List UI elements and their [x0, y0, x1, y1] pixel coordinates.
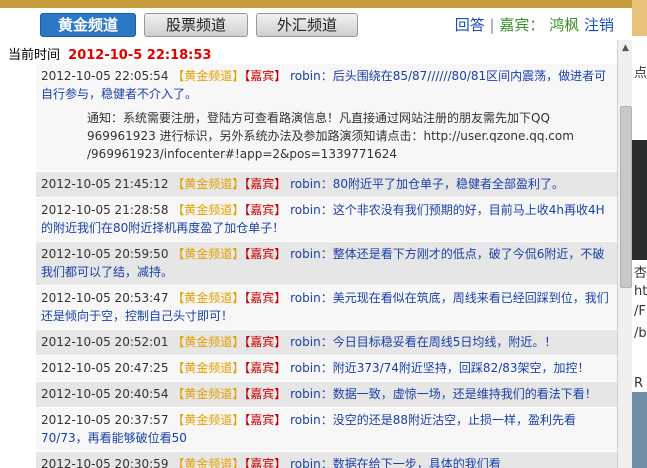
message-text: ：数据在给下一步，具体的我们看	[320, 457, 501, 468]
list-item: 2012-10-05 22:05:54 【黄金频道】【嘉宾】 robin：后头围…	[36, 64, 617, 172]
side-text: R	[634, 376, 644, 391]
list-item: 2012-10-05 20:52:01 【黄金频道】【嘉宾】 robin：今日目…	[36, 330, 617, 356]
message-text: ：附近373/74附近坚持，回踩82/83架空，加控！	[320, 361, 590, 375]
tab-gold-channel[interactable]: 黄金频道	[40, 13, 136, 37]
message-user[interactable]: robin	[290, 413, 321, 427]
reply-link[interactable]: 回答	[455, 16, 485, 34]
list-item: 2012-10-05 20:30:59 【黄金频道】【嘉宾】 robin：数据在…	[36, 452, 617, 468]
message-time: 2012-10-05 20:53:47	[41, 291, 169, 305]
message-channel: 【黄金频道】	[172, 413, 245, 427]
notice-line[interactable]: 969961923 进行标识，另外系统办法及参加路演须知请点击：http://u…	[87, 127, 611, 145]
side-banner	[632, 0, 647, 36]
message-time: 2012-10-05 20:52:01	[41, 335, 169, 349]
current-time-label: 当前时间	[8, 48, 61, 63]
message-time: 2012-10-05 21:28:58	[41, 203, 169, 217]
message-user[interactable]: robin	[290, 457, 321, 468]
message-role: 【嘉宾】	[244, 387, 287, 401]
separator: |	[489, 16, 495, 34]
message-user[interactable]: robin	[290, 203, 321, 217]
message-user[interactable]: robin	[290, 291, 321, 305]
list-item: 2012-10-05 21:28:58 【黄金频道】【嘉宾】 robin：这个非…	[36, 198, 617, 242]
message-role: 【嘉宾】	[244, 291, 287, 305]
message-text: ：数据一致，虚惊一场，还是维持我们的看法下看！	[320, 387, 597, 401]
guest-label: 嘉宾：	[499, 16, 545, 34]
scroll-thumb[interactable]	[620, 106, 632, 288]
message-role: 【嘉宾】	[244, 457, 287, 468]
message-scrollbar[interactable]: ▲	[617, 40, 633, 468]
message-role: 【嘉宾】	[244, 335, 287, 349]
side-text: 杏	[634, 266, 647, 281]
message-time: 2012-10-05 20:59:50	[41, 247, 169, 261]
message-user[interactable]: robin	[290, 335, 321, 349]
message-user[interactable]: robin	[290, 387, 321, 401]
channel-tab-bar: 黄金频道 股票频道 外汇频道 回答 | 嘉宾： 鸿枫 注销	[0, 0, 632, 38]
list-item: 2012-10-05 21:45:12 【黄金频道】【嘉宾】 robin：80附…	[36, 172, 617, 198]
side-panel: 点 杏 ht /F /b R	[632, 0, 647, 468]
top-banner-strip	[0, 0, 632, 8]
message-role: 【嘉宾】	[244, 413, 287, 427]
current-time-value: 2012-10-5 22:18:53	[68, 48, 212, 63]
message-text: ：80附近平了加仓单子，稳健者全部盈利了。	[320, 177, 564, 191]
scroll-up-arrow-icon[interactable]: ▲	[619, 42, 632, 55]
side-text: 点	[634, 66, 647, 81]
header-actions: 回答 | 嘉宾： 鸿枫 注销	[455, 14, 614, 35]
message-user[interactable]: robin	[290, 177, 321, 191]
message-channel: 【黄金频道】	[172, 203, 245, 217]
message-user[interactable]: robin	[290, 361, 321, 375]
list-item: 2012-10-05 20:59:50 【黄金频道】【嘉宾】 robin：整体还…	[36, 242, 617, 286]
tab-stock-channel[interactable]: 股票频道	[144, 13, 248, 37]
message-channel: 【黄金频道】	[172, 177, 245, 191]
message-channel: 【黄金频道】	[172, 247, 245, 261]
message-time: 2012-10-05 20:30:59	[41, 457, 169, 468]
message-channel: 【黄金频道】	[172, 291, 245, 305]
message-role: 【嘉宾】	[244, 203, 287, 217]
message-role: 【嘉宾】	[244, 247, 287, 261]
message-time: 2012-10-05 20:37:57	[41, 413, 169, 427]
message-channel: 【黄金频道】	[172, 69, 245, 83]
side-text: ht	[634, 284, 647, 299]
side-image	[632, 392, 647, 468]
message-channel: 【黄金频道】	[172, 361, 245, 375]
message-user[interactable]: robin	[290, 69, 321, 83]
registration-notice: 通知：系统需要注册，登陆方可查看路演信息！凡直接通过网站注册的朋友需先加下QQ …	[41, 103, 611, 167]
message-channel: 【黄金频道】	[172, 387, 245, 401]
side-image	[632, 140, 647, 260]
message-time: 2012-10-05 22:05:54	[41, 69, 169, 83]
notice-link[interactable]: /969961923/infocenter#!app=2&pos=1339771…	[87, 145, 611, 163]
logout-link[interactable]: 注销	[584, 16, 614, 34]
message-role: 【嘉宾】	[244, 69, 287, 83]
side-text: /b	[634, 326, 647, 341]
message-channel: 【黄金频道】	[172, 335, 245, 349]
notice-line: 通知：系统需要注册，登陆方可查看路演信息！凡直接通过网站注册的朋友需先加下QQ	[87, 111, 550, 125]
current-time-row: 当前时间 2012-10-5 22:18:53	[8, 44, 211, 63]
list-item: 2012-10-05 20:37:57 【黄金频道】【嘉宾】 robin：没空的…	[36, 408, 617, 452]
message-time: 2012-10-05 20:40:54	[41, 387, 169, 401]
tab-forex-channel[interactable]: 外汇频道	[256, 13, 358, 37]
message-role: 【嘉宾】	[244, 361, 287, 375]
message-channel: 【黄金频道】	[172, 457, 245, 468]
list-item: 2012-10-05 20:47:25 【黄金频道】【嘉宾】 robin：附近3…	[36, 356, 617, 382]
message-time: 2012-10-05 21:45:12	[41, 177, 169, 191]
guest-name: 鸿枫	[549, 16, 580, 34]
list-item: 2012-10-05 20:40:54 【黄金频道】【嘉宾】 robin：数据一…	[36, 382, 617, 408]
message-user[interactable]: robin	[290, 247, 321, 261]
message-list[interactable]: 2012-10-05 22:05:54 【黄金频道】【嘉宾】 robin：后头围…	[36, 64, 617, 468]
side-text: /F	[634, 304, 646, 319]
list-item: 2012-10-05 20:53:47 【黄金频道】【嘉宾】 robin：美元现…	[36, 286, 617, 330]
message-role: 【嘉宾】	[244, 177, 287, 191]
message-time: 2012-10-05 20:47:25	[41, 361, 169, 375]
message-text: ：今日目标稳妥看在周线5日均线，附近。！	[320, 335, 557, 349]
